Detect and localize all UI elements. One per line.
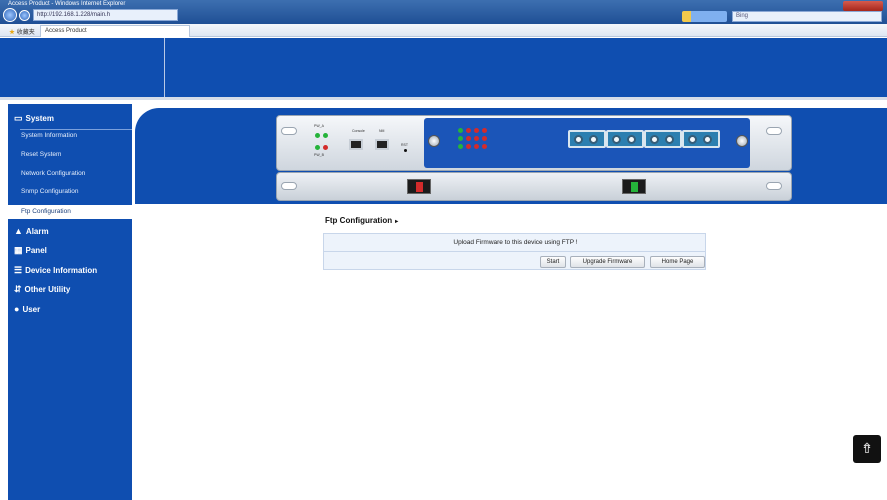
sidebar-section-label: Device Information bbox=[25, 266, 98, 275]
status-led bbox=[474, 128, 479, 133]
user-icon: ● bbox=[14, 304, 20, 314]
panel-icon: ▦ bbox=[14, 245, 23, 255]
sidebar-section-other-utility[interactable]: ⇵ Other Utility bbox=[14, 284, 70, 295]
favorites-button[interactable]: ★ 收藏夹 bbox=[9, 27, 35, 36]
pw-a-led-2 bbox=[323, 133, 328, 138]
header-rule bbox=[0, 97, 887, 100]
thumbscrew-right bbox=[736, 135, 748, 147]
rack-ear-right-lower bbox=[766, 182, 782, 190]
ftp-message: Upload Firmware to this device using FTP… bbox=[453, 239, 578, 246]
sidebar-section-device-information[interactable]: ☰ Device Information bbox=[14, 265, 97, 276]
status-led bbox=[482, 144, 487, 149]
fiber-port-3 bbox=[644, 130, 682, 148]
browser-titlebar: Access Product - Windows Internet Explor… bbox=[0, 0, 887, 24]
pw-b-led-2 bbox=[323, 145, 328, 150]
status-led bbox=[474, 136, 479, 141]
home-page-button[interactable]: Home Page bbox=[650, 256, 705, 268]
sidebar-item-reset-system[interactable]: Reset System bbox=[21, 151, 61, 158]
rack-ear-left-lower bbox=[281, 182, 297, 190]
ftp-divider bbox=[324, 251, 705, 252]
window-controls[interactable] bbox=[843, 1, 883, 11]
header-divider bbox=[164, 38, 165, 97]
up-arrow-icon[interactable]: ⇮ bbox=[853, 435, 881, 463]
pw-a-led-1 bbox=[315, 133, 320, 138]
pw-b-led-1 bbox=[315, 145, 320, 150]
sidebar-section-system[interactable]: ▭ System bbox=[14, 113, 54, 124]
sidebar-item-ftp-configuration[interactable]: Ftp Configuration bbox=[8, 205, 132, 219]
pw-b-label: PW_B bbox=[314, 153, 324, 157]
sidebar-section-label: User bbox=[22, 305, 41, 314]
rst-label: RST bbox=[401, 143, 408, 147]
search-box[interactable]: Bing bbox=[732, 11, 882, 22]
status-led bbox=[466, 136, 471, 141]
status-led bbox=[458, 128, 463, 133]
chevron-right-icon: ▸ bbox=[395, 219, 399, 225]
start-button[interactable]: Start bbox=[540, 256, 566, 268]
thumbscrew-left bbox=[428, 135, 440, 147]
sidebar-section-label: Other Utility bbox=[24, 285, 71, 294]
sidebar-item-network-configuration[interactable]: Network Configuration bbox=[21, 170, 85, 177]
fiber-port-2 bbox=[606, 130, 644, 148]
address-bar[interactable]: http://192.168.1.228/main.h bbox=[33, 9, 178, 21]
nm-port bbox=[375, 139, 389, 150]
status-led bbox=[482, 136, 487, 141]
rst-button bbox=[404, 149, 407, 152]
page-title-text: Ftp Configuration bbox=[325, 216, 393, 225]
console-port bbox=[349, 139, 363, 150]
status-led bbox=[466, 128, 471, 133]
browser-tab[interactable]: Access Product bbox=[40, 25, 190, 37]
nm-label: NM bbox=[379, 129, 385, 133]
status-led bbox=[458, 144, 463, 149]
favorites-bar: ★ 收藏夹 Access Product bbox=[0, 24, 887, 37]
status-led bbox=[466, 144, 471, 149]
favorites-label: 收藏夹 bbox=[16, 30, 35, 36]
status-led bbox=[474, 144, 479, 149]
rack-ear-right bbox=[766, 127, 782, 135]
list-icon: ☰ bbox=[14, 265, 23, 275]
device-power-panel bbox=[276, 172, 792, 201]
warning-icon: ▲ bbox=[14, 226, 23, 236]
sidebar-section-label: System bbox=[25, 114, 54, 123]
status-led bbox=[458, 136, 463, 141]
back-button[interactable] bbox=[3, 8, 17, 22]
sidebar-section-label: Alarm bbox=[25, 227, 49, 236]
forward-button[interactable] bbox=[19, 10, 30, 21]
sidebar: ▭ System System Information Reset System … bbox=[8, 104, 132, 500]
address-tools[interactable] bbox=[682, 11, 727, 22]
window-title: Access Product - Windows Internet Explor… bbox=[8, 1, 126, 7]
star-icon: ★ bbox=[9, 30, 16, 36]
pw-a-label: PW_A bbox=[314, 124, 324, 128]
power-supply-b bbox=[622, 179, 646, 194]
status-led bbox=[482, 128, 487, 133]
sidebar-item-snmp-configuration[interactable]: Snmp Configuration bbox=[21, 188, 78, 195]
app-header bbox=[0, 38, 887, 97]
sidebar-divider bbox=[20, 129, 132, 130]
power-supply-a bbox=[407, 179, 431, 194]
ftp-panel: Upload Firmware to this device using FTP… bbox=[323, 233, 706, 270]
page-title: Ftp Configuration ▸ bbox=[325, 216, 398, 225]
console-label: Console bbox=[352, 129, 365, 133]
fiber-port-1 bbox=[568, 130, 606, 148]
utility-icon: ⇵ bbox=[14, 284, 22, 294]
sidebar-section-label: Panel bbox=[25, 246, 47, 255]
sidebar-section-alarm[interactable]: ▲ Alarm bbox=[14, 226, 49, 236]
rack-ear-left bbox=[281, 127, 297, 135]
sidebar-section-user[interactable]: ● User bbox=[14, 304, 40, 314]
upgrade-firmware-button[interactable]: Upgrade Firmware bbox=[570, 256, 645, 268]
sidebar-item-system-information[interactable]: System Information bbox=[21, 132, 77, 139]
fiber-port-4 bbox=[682, 130, 720, 148]
monitor-icon: ▭ bbox=[14, 113, 23, 123]
sidebar-section-panel[interactable]: ▦ Panel bbox=[14, 245, 47, 256]
